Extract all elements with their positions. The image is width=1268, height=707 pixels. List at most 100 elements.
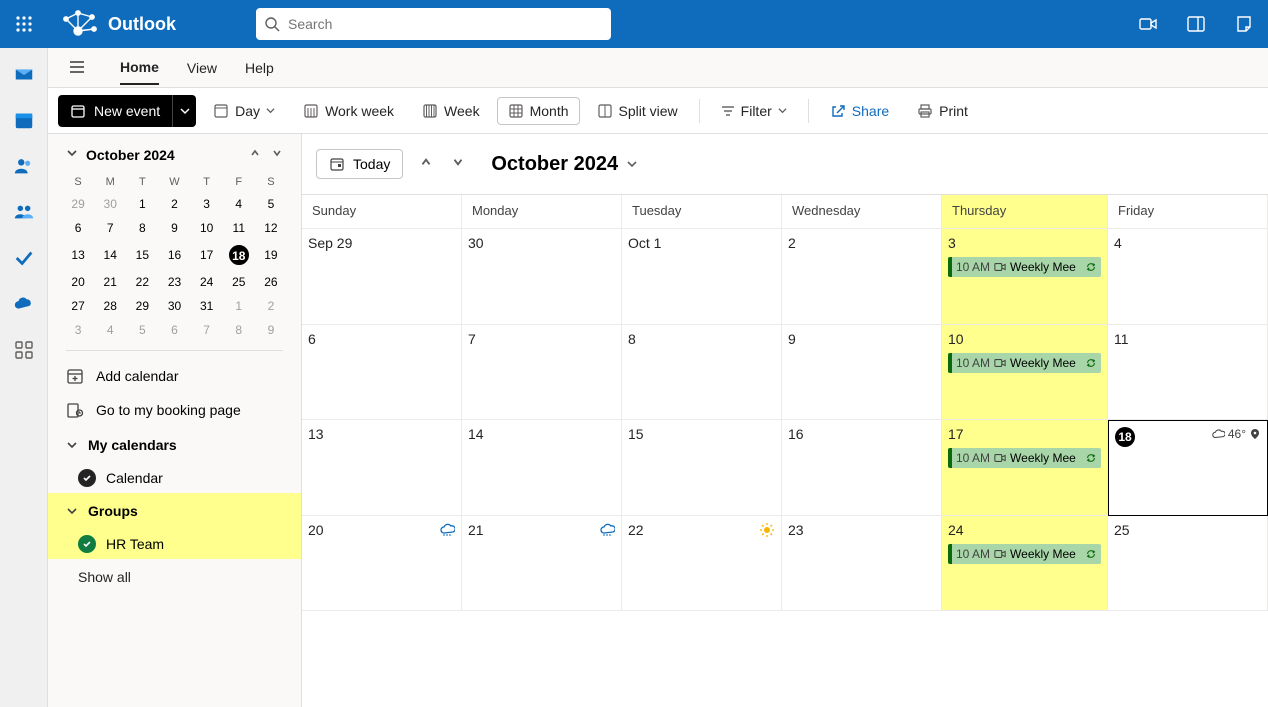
- mini-cal-day[interactable]: 2: [158, 192, 190, 216]
- new-event-dropdown[interactable]: [172, 95, 196, 127]
- day-cell[interactable]: 6: [302, 325, 462, 421]
- filter-button[interactable]: Filter: [710, 97, 798, 125]
- view-workweek[interactable]: Work week: [292, 97, 405, 125]
- mini-cal-day[interactable]: 12: [255, 216, 287, 240]
- mini-cal-day[interactable]: 3: [191, 192, 223, 216]
- day-cell[interactable]: 22: [622, 516, 782, 612]
- mini-cal-day[interactable]: 24: [191, 270, 223, 294]
- menu-view[interactable]: View: [187, 52, 217, 84]
- day-cell[interactable]: 11: [1108, 325, 1268, 421]
- prev-month[interactable]: [419, 155, 433, 174]
- add-calendar[interactable]: Add calendar: [48, 359, 301, 393]
- mini-cal-day[interactable]: 10: [191, 216, 223, 240]
- event-weekly-meeting[interactable]: 10 AMWeekly Mee: [948, 544, 1101, 564]
- mini-cal-day[interactable]: 27: [62, 294, 94, 318]
- day-cell[interactable]: 1010 AMWeekly Mee: [942, 325, 1108, 421]
- mini-cal-day[interactable]: 13: [62, 240, 94, 270]
- mini-cal-day[interactable]: 5: [255, 192, 287, 216]
- today-button[interactable]: Today: [316, 149, 403, 179]
- calendar-entry-calendar[interactable]: Calendar: [48, 463, 301, 493]
- mini-cal-day[interactable]: 25: [223, 270, 255, 294]
- day-cell[interactable]: Sep 29: [302, 229, 462, 325]
- mini-cal-day[interactable]: 9: [158, 216, 190, 240]
- event-weekly-meeting[interactable]: 10 AMWeekly Mee: [948, 448, 1101, 468]
- day-cell[interactable]: 30: [462, 229, 622, 325]
- rail-calendar[interactable]: [12, 108, 36, 132]
- mini-cal-prev[interactable]: [249, 146, 261, 164]
- search-input[interactable]: [280, 16, 603, 32]
- menu-home[interactable]: Home: [120, 51, 159, 85]
- view-split[interactable]: Split view: [586, 97, 689, 125]
- nav-toggle[interactable]: [68, 58, 88, 78]
- mini-cal-day[interactable]: 6: [62, 216, 94, 240]
- mini-cal-day[interactable]: 26: [255, 270, 287, 294]
- next-month[interactable]: [451, 155, 465, 174]
- show-all-calendars[interactable]: Show all: [48, 559, 301, 591]
- mini-cal-day[interactable]: 17: [191, 240, 223, 270]
- mini-cal-day[interactable]: 22: [126, 270, 158, 294]
- global-search[interactable]: [256, 8, 611, 40]
- calendar-title[interactable]: October 2024: [491, 153, 638, 176]
- mini-cal-day[interactable]: 2: [255, 294, 287, 318]
- day-cell[interactable]: 4: [1108, 229, 1268, 325]
- event-weekly-meeting[interactable]: 10 AMWeekly Mee: [948, 257, 1101, 277]
- mini-cal-day[interactable]: 4: [223, 192, 255, 216]
- mini-cal-day[interactable]: 8: [126, 216, 158, 240]
- day-cell[interactable]: 21: [462, 516, 622, 612]
- mini-cal-day[interactable]: 18: [223, 240, 255, 270]
- mini-cal-day[interactable]: 19: [255, 240, 287, 270]
- rail-onedrive[interactable]: [12, 292, 36, 316]
- mini-cal-day[interactable]: 4: [94, 318, 126, 342]
- day-cell[interactable]: Oct 1: [622, 229, 782, 325]
- day-cell[interactable]: 2: [782, 229, 942, 325]
- mini-cal-day[interactable]: 7: [191, 318, 223, 342]
- day-cell[interactable]: 14: [462, 420, 622, 516]
- mini-cal-day[interactable]: 23: [158, 270, 190, 294]
- mini-cal-expand[interactable]: [66, 146, 78, 164]
- weather-badge[interactable]: 46°: [1211, 427, 1261, 441]
- mini-cal-day[interactable]: 9: [255, 318, 287, 342]
- notes-button[interactable]: [1220, 0, 1268, 48]
- view-week[interactable]: Week: [411, 97, 491, 125]
- rail-mail[interactable]: [12, 62, 36, 86]
- view-month[interactable]: Month: [497, 97, 580, 125]
- mini-cal-day[interactable]: 6: [158, 318, 190, 342]
- my-day-button[interactable]: [1172, 0, 1220, 48]
- day-cell[interactable]: 1710 AMWeekly Mee: [942, 420, 1108, 516]
- mini-cal-day[interactable]: 20: [62, 270, 94, 294]
- meet-now-button[interactable]: [1124, 0, 1172, 48]
- mini-cal-day[interactable]: 11: [223, 216, 255, 240]
- mini-cal-next[interactable]: [271, 146, 283, 164]
- mini-cal-day[interactable]: 29: [126, 294, 158, 318]
- mini-cal-day[interactable]: 14: [94, 240, 126, 270]
- day-cell[interactable]: 2410 AMWeekly Mee: [942, 516, 1108, 612]
- mini-cal-day[interactable]: 21: [94, 270, 126, 294]
- day-cell[interactable]: 9: [782, 325, 942, 421]
- day-cell[interactable]: 7: [462, 325, 622, 421]
- day-cell[interactable]: 15: [622, 420, 782, 516]
- section-groups[interactable]: Groups: [48, 493, 301, 529]
- calendar-entry-hr-team[interactable]: HR Team: [48, 529, 301, 559]
- day-cell[interactable]: 20: [302, 516, 462, 612]
- mini-cal-day[interactable]: 1: [223, 294, 255, 318]
- app-launcher[interactable]: [0, 0, 48, 48]
- print-button[interactable]: Print: [906, 97, 979, 125]
- mini-cal-day[interactable]: 29: [62, 192, 94, 216]
- mini-cal-day[interactable]: 30: [158, 294, 190, 318]
- mini-cal-day[interactable]: 31: [191, 294, 223, 318]
- view-day[interactable]: Day: [202, 97, 286, 125]
- rail-groups[interactable]: [12, 200, 36, 224]
- mini-cal-day[interactable]: 16: [158, 240, 190, 270]
- mini-cal-day[interactable]: 5: [126, 318, 158, 342]
- day-cell[interactable]: 23: [782, 516, 942, 612]
- rail-people[interactable]: [12, 154, 36, 178]
- rail-todo[interactable]: [12, 246, 36, 270]
- rail-more-apps[interactable]: [12, 338, 36, 362]
- mini-cal-day[interactable]: 15: [126, 240, 158, 270]
- mini-cal-day[interactable]: 1: [126, 192, 158, 216]
- menu-help[interactable]: Help: [245, 52, 274, 84]
- day-cell[interactable]: 16: [782, 420, 942, 516]
- day-cell[interactable]: 13: [302, 420, 462, 516]
- new-event-button[interactable]: New event: [58, 95, 172, 127]
- section-my-calendars[interactable]: My calendars: [48, 427, 301, 463]
